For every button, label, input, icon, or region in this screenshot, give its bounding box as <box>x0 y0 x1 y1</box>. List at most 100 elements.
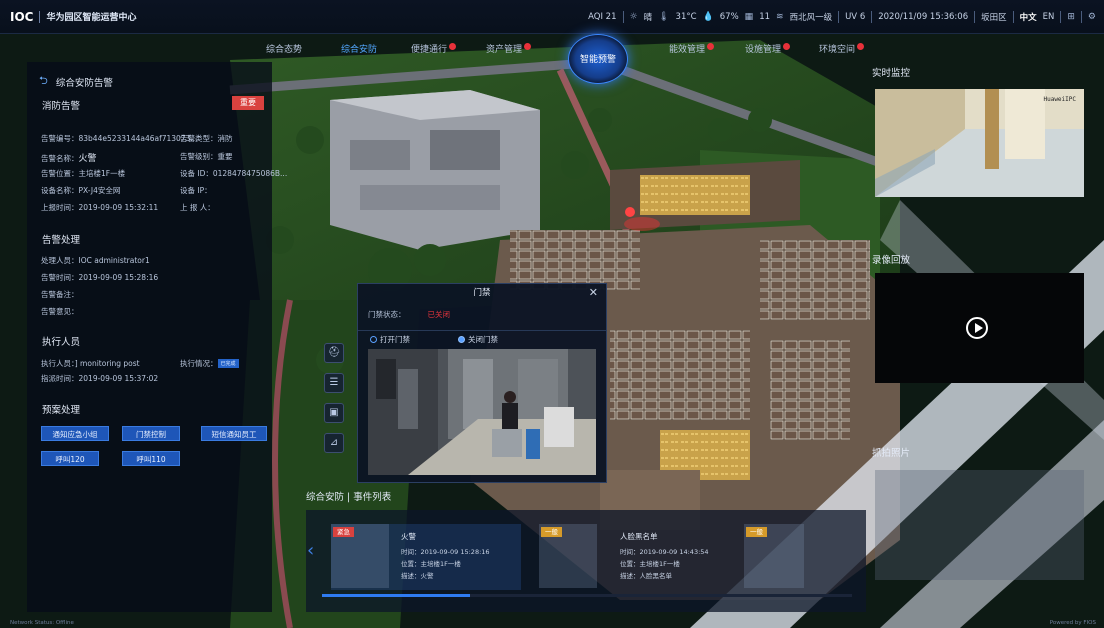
door-state: 门禁状态： 已关闭 <box>368 310 451 319</box>
lang-en-button[interactable]: EN <box>1043 12 1055 22</box>
event-list-title: 综合安防 | 事件列表 <box>306 492 392 503</box>
district-selector[interactable]: 坂田区 <box>981 11 1007 23</box>
smart-warning-button[interactable]: 智能预警 <box>566 34 630 84</box>
wind-icon: ≋ <box>776 12 784 22</box>
handle-time: 告警时间：2019-09-09 15:28:16 <box>41 273 159 282</box>
settings-icon[interactable]: ⚙ <box>1088 12 1096 22</box>
measure-icon[interactable]: ⊿ <box>324 433 344 453</box>
logo: IOC 华为园区智能运营中心 <box>10 10 137 24</box>
importance-tag: 重要 <box>232 96 264 110</box>
pm-value: 11 <box>759 12 771 22</box>
event-level-badge: 一般 <box>541 527 562 537</box>
event-scroll-progress[interactable] <box>322 594 852 597</box>
humidity-value: 67% <box>719 12 739 22</box>
door-control-button[interactable]: 门禁控制 <box>122 426 180 441</box>
lang-zh-button[interactable]: 中文 <box>1020 11 1037 23</box>
alarm-section-title: 消防告警 <box>42 101 81 112</box>
event-desc: 描述：人脸黑名单 <box>620 572 672 580</box>
pm-icon: ▦ <box>744 12 754 22</box>
alarm-name: 告警名称：火警 <box>41 154 97 164</box>
event-level-badge: 一般 <box>746 527 767 537</box>
thermometer-icon: 🌡 <box>658 12 670 22</box>
event-name: 火警 <box>401 532 416 541</box>
event-location: 位置：主培楼1F一楼 <box>401 560 461 568</box>
event-level-badge: 紧急 <box>333 527 354 537</box>
tab-energy[interactable]: 能效管理 <box>669 42 715 55</box>
notification-badge <box>449 43 457 50</box>
datetime: 2020/11/09 15:36:06 <box>878 12 969 22</box>
logo-text: IOC <box>10 9 34 24</box>
notification-badge <box>524 43 532 50</box>
progress-fill <box>322 594 471 597</box>
wind-value: 西北风一级 <box>789 13 833 23</box>
tab-assets[interactable]: 资产管理 <box>486 42 532 55</box>
event-card[interactable]: 紧急 火警 时间：2019-09-09 15:28:16 位置：主培楼1F一楼 … <box>331 524 521 590</box>
call-120-button[interactable]: 呼叫120 <box>41 451 99 466</box>
device-id: 设备 ID：0128478475086B... <box>180 169 288 178</box>
uv-value: UV 6 <box>845 12 866 22</box>
chevron-left-icon[interactable]: ‹ <box>307 540 314 561</box>
sms-notify-button[interactable]: 短信通知员工 <box>201 426 267 441</box>
alarm-location: 告警位置：主培楼1F一楼 <box>41 169 126 178</box>
door-state-value: 已关闭 <box>427 310 451 319</box>
executor: 执行人员：] monitoring post <box>41 359 140 368</box>
notification-badge <box>707 43 715 50</box>
event-card[interactable]: 一般 <box>539 524 609 590</box>
layers-icon[interactable]: ☰ <box>324 373 344 393</box>
open-door-radio[interactable]: 打开门禁 <box>370 334 410 345</box>
event-time: 时间：2019-09-09 15:28:16 <box>401 548 490 556</box>
device-name: 设备名称：PX-J4安全网 <box>41 186 121 195</box>
app-title: 华为园区智能运营中心 <box>46 13 137 23</box>
camera-watermark: HuaweiIPC <box>1043 96 1076 103</box>
handler: 处理人员：IOC administrator1 <box>41 256 150 265</box>
video-playback <box>875 273 1084 383</box>
event-location: 位置：主培楼1F一楼 <box>620 560 680 568</box>
scene-toolbar: ⛑ ☰ ▣ ⊿ <box>324 343 344 463</box>
tab-access[interactable]: 便捷通行 <box>411 42 457 55</box>
exec-status: 执行情况： 已完成 <box>180 358 239 369</box>
close-door-radio[interactable]: 关闭门禁 <box>458 334 498 345</box>
playback-title: 录像回放 <box>872 255 911 266</box>
device-ip: 设备 IP： <box>180 186 212 195</box>
alarm-opinion: 告警意见： <box>41 307 79 316</box>
report-time: 上报时间：2019-09-09 15:32:11 <box>41 203 159 212</box>
executor-section-title: 执行人员 <box>42 337 81 348</box>
aqi-value: AQI 21 <box>588 12 617 22</box>
plan-section-title: 预案处理 <box>42 405 81 416</box>
building-icon[interactable]: ▣ <box>324 403 344 423</box>
back-button[interactable]: ⮌ 综合安防告警 <box>39 72 113 91</box>
main-nav: 综合态势 综合安防 便捷通行 资产管理 能效管理 设施管理 环境空间 <box>0 40 1104 60</box>
handling-section-title: 告警处理 <box>42 235 81 246</box>
notify-emergency-team-button[interactable]: 通知应急小组 <box>41 426 109 441</box>
call-110-button[interactable]: 呼叫110 <box>122 451 180 466</box>
dialog-title: 门禁 <box>473 288 491 298</box>
tab-overview[interactable]: 综合态势 <box>266 42 302 55</box>
reporter: 上 报 人： <box>180 203 215 212</box>
alarm-type: 告警类型：消防 <box>180 134 233 143</box>
network-status: Network Status: Offline <box>10 620 74 626</box>
event-name: 人脸黑名单 <box>620 532 658 541</box>
door-access-dialog: 门禁 ✕ 门禁状态： 已关闭 打开门禁 关闭门禁 <box>357 283 607 483</box>
event-card[interactable]: 一般 <box>744 524 804 590</box>
door-camera-feed <box>368 349 596 475</box>
tab-environment[interactable]: 环境空间 <box>819 42 865 55</box>
close-icon[interactable]: ✕ <box>589 284 598 302</box>
powered-by: Powered by FIOS <box>1049 620 1096 626</box>
fullscreen-icon[interactable]: ⊞ <box>1067 12 1075 22</box>
tab-facility[interactable]: 设施管理 <box>745 42 791 55</box>
tab-security[interactable]: 综合安防 <box>341 42 377 55</box>
humidity-icon: 💧 <box>702 12 714 22</box>
exec-status-badge: 已完成 <box>217 359 239 368</box>
snapshot-title: 抓拍照片 <box>872 448 911 459</box>
dispatch-time: 指派时间：2019-09-09 15:37:02 <box>41 374 159 383</box>
person-icon[interactable]: ⛑ <box>324 343 344 363</box>
top-bar: IOC 华为园区智能运营中心 AQI 21 ☼ 晴 🌡 31°C 💧 67% ▦… <box>0 0 1104 34</box>
notification-badge <box>857 43 865 50</box>
back-arrow-icon: ⮌ <box>39 74 48 87</box>
play-icon[interactable] <box>966 317 988 339</box>
status-strip: AQI 21 ☼ 晴 🌡 31°C 💧 67% ▦ 11 ≋ 西北风一级 UV … <box>588 0 1096 34</box>
weather-text: 晴 <box>643 13 653 23</box>
live-camera-feed[interactable]: HuaweiIPC <box>875 89 1084 197</box>
alarm-remark: 告警备注： <box>41 290 79 299</box>
sun-icon: ☼ <box>629 12 638 22</box>
